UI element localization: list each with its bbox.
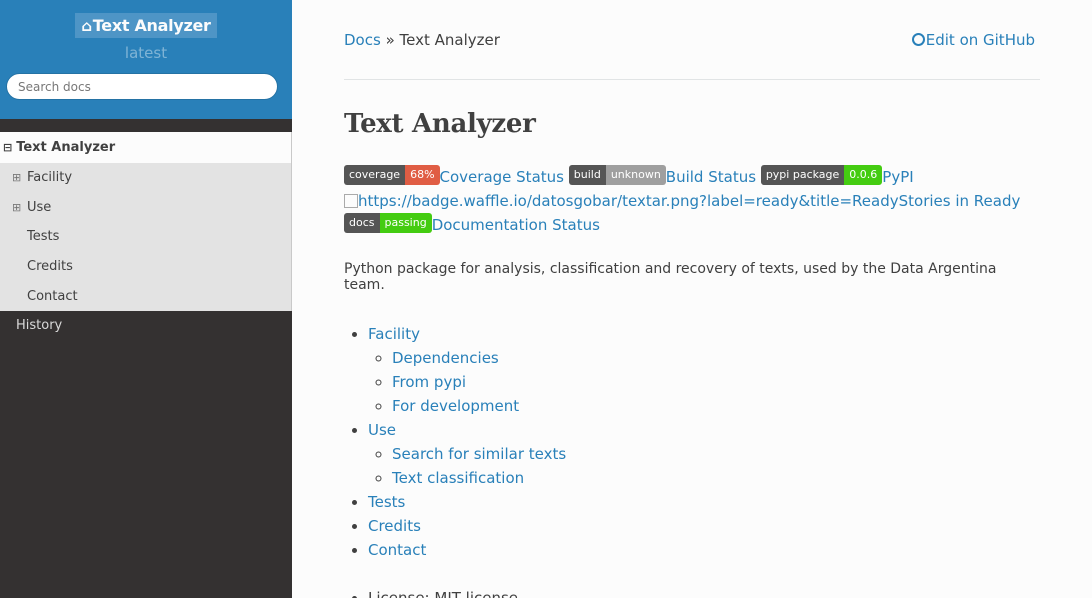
sidebar-item-facility[interactable]: ⊞ Facility [0,163,291,193]
toc-link-search-similar[interactable]: Search for similar texts [392,445,566,463]
broken-image-icon [344,194,358,208]
edit-on-github-label: Edit on GitHub [925,31,1035,49]
build-badge[interactable]: build unknown [568,165,666,185]
license-text: License: MIT license [368,586,1040,598]
stories-in-ready-link[interactable]: Stories in Ready [899,192,1021,210]
main-content: Docs » Text Analyzer Edit on GitHub Text… [344,0,1040,598]
sidebar-item-label: Text Analyzer [16,140,116,155]
list-item: Contact [368,538,1040,562]
expand-icon[interactable]: ⊞ [12,193,21,223]
breadcrumb-trail: Docs » Text Analyzer [344,31,500,49]
home-icon: ⌂ [81,17,92,35]
edit-on-github-link[interactable]: Edit on GitHub [911,31,1035,49]
documentation-status-link[interactable]: Documentation Status [432,216,600,234]
badge-right: 0.0.6 [844,165,883,185]
sidebar-item-current[interactable]: ⊟ Text Analyzer [0,132,292,163]
sidebar-item-label: Use [27,199,52,215]
project-title: Text Analyzer [92,16,211,35]
build-status-link[interactable]: Build Status [666,168,756,186]
list-item: Tests [368,490,1040,514]
sidebar: ⌂Text Analyzer latest ⊟Text Analyzer ⊞Fa… [0,0,292,598]
badge-right: unknown [605,165,666,185]
list-item: Use Search for similar texts Text classi… [368,418,1040,490]
toc-link-from-pypi[interactable]: From pypi [392,373,466,391]
github-icon [911,33,925,46]
toc-link-dependencies[interactable]: Dependencies [392,349,499,367]
version-label: latest [124,44,168,62]
breadcrumb-current: Text Analyzer [399,31,500,49]
description-text: Python package for analysis, classificat… [344,261,997,293]
toc-link-text-classification[interactable]: Text classification [392,469,524,487]
sidebar-item-label: Credits [27,259,73,275]
breadcrumb-separator: » [385,31,395,49]
list-item: Dependencies [392,346,1040,370]
badge-block: coverage 68% Coverage Status build unknown B… [344,165,1040,237]
toc-link-tests[interactable]: Tests [368,493,405,511]
sidebar-item-label: History [16,318,63,334]
list-item: Credits [368,514,1040,538]
table-of-contents: Facility Dependencies From pypi For deve… [344,322,1040,562]
license-list: License: MIT license [344,586,1040,598]
badge-right: 68% [405,165,440,185]
list-item: Search for similar texts [392,442,1040,466]
sidebar-subnav: ⊞ Facility ⊞ Use Tests Credits Contact [0,163,292,312]
sidebar-item-history[interactable]: History [0,311,292,341]
list-item: Text classification [392,466,1040,490]
sidebar-item-use[interactable]: ⊞ Use [0,193,291,223]
badge-left: docs [344,213,380,233]
badge-left: coverage [344,165,406,185]
badge-left: build [568,165,606,185]
expand-icon[interactable]: ⊞ [12,163,21,193]
sidebar-item-credits[interactable]: Credits [0,252,291,282]
toc-link-facility[interactable]: Facility [368,325,420,343]
pypi-link[interactable]: PyPI [882,168,913,186]
sidebar-header: ⌂Text Analyzer latest [0,0,292,119]
sidebar-item-tests[interactable]: Tests [0,222,291,252]
badge-left: pypi package [760,165,845,185]
docs-badge[interactable]: docs passing [344,213,432,233]
waffle-image-alt[interactable]: https://badge.waffle.io/datosgobar/texta… [358,192,899,210]
sidebar-item-contact[interactable]: Contact [0,282,291,312]
list-item: From pypi [392,370,1040,394]
search-form [6,73,278,100]
list-item: For development [392,394,1040,418]
project-home-link[interactable]: ⌂Text Analyzer [75,13,217,38]
breadcrumb: Docs » Text Analyzer Edit on GitHub [344,0,1040,80]
breadcrumb-docs-link[interactable]: Docs [344,31,381,49]
toc-link-credits[interactable]: Credits [368,517,421,535]
badge-right: passing [379,213,432,233]
search-input[interactable] [6,73,278,100]
pypi-badge[interactable]: pypi package 0.0.6 [760,165,883,185]
sidebar-item-label: Facility [27,170,73,185]
list-item: Facility Dependencies From pypi For deve… [368,322,1040,418]
toc-link-for-development[interactable]: For development [392,397,519,415]
sidebar-item-label: Contact [27,288,78,304]
sidebar-nav: ⊟ Text Analyzer ⊞ Facility ⊞ Use Tests Cred… [0,132,292,341]
page-title: Text Analyzer [344,109,536,139]
sidebar-item-label: Tests [27,229,60,245]
coverage-badge[interactable]: coverage 68% [344,165,440,185]
toc-link-contact[interactable]: Contact [368,541,426,559]
collapse-icon[interactable]: ⊟ [3,141,12,154]
coverage-status-link[interactable]: Coverage Status [440,168,564,186]
toc-link-use[interactable]: Use [368,421,396,439]
